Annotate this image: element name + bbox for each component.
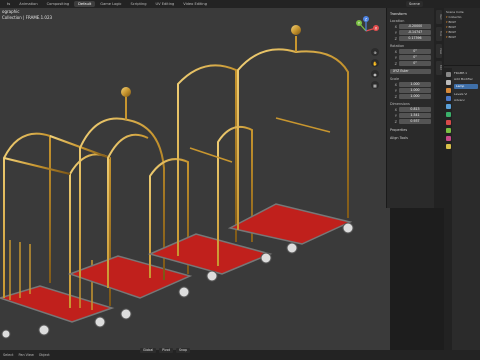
snap-toggle[interactable]: Snap	[176, 347, 191, 353]
luggage-carts-render	[0, 25, 354, 339]
pivot-point-dropdown[interactable]: Pivot	[159, 347, 173, 353]
status-object: Object	[38, 353, 50, 357]
workspace-tab-video-editing[interactable]: Video Editing	[179, 1, 211, 7]
axis-label: Z	[394, 36, 397, 41]
axis-label: Y	[394, 113, 397, 118]
location-z-field[interactable]: 0.17396	[399, 36, 431, 41]
rotation-z-field[interactable]: 0°	[399, 61, 431, 66]
axis-label: X	[394, 82, 397, 87]
location-label: Location	[390, 19, 405, 23]
cart-4	[227, 25, 354, 254]
sidebar-tabs: Item Tool View Edit	[434, 8, 444, 208]
scale-z-field[interactable]: 1.000	[399, 94, 431, 99]
properties-tab-icons	[444, 68, 452, 350]
constraints-icon[interactable]	[445, 120, 451, 125]
properties-subpanel[interactable]: Properties	[390, 128, 431, 132]
particles-icon[interactable]	[445, 104, 451, 109]
viewport-nav-tools: ⊕ ✋ ◉ ▦	[371, 48, 379, 89]
material-icon[interactable]	[445, 136, 451, 141]
navigation-gizmo[interactable]: X Y Z	[351, 16, 381, 46]
align-tools-subpanel[interactable]: Align Tools	[390, 136, 431, 140]
axis-label: Y	[394, 30, 397, 35]
axis-label: Z	[394, 94, 397, 99]
scale-label: Scale	[390, 77, 400, 81]
object-icon[interactable]	[445, 88, 451, 93]
axis-label: Z	[394, 61, 397, 66]
render-icon[interactable]	[445, 80, 451, 85]
sidebar-tab-edit[interactable]: Edit	[436, 61, 442, 75]
rotation-label: Rotation	[390, 44, 405, 48]
location-y-field[interactable]: -0.14747	[399, 30, 431, 35]
modifier-wrench-icon[interactable]	[445, 96, 451, 101]
dimension-x-field[interactable]: 0.813	[399, 107, 431, 112]
sidebar-tab-item[interactable]: Item	[436, 10, 442, 24]
status-select: Select	[3, 353, 14, 357]
axis-label: X	[394, 24, 397, 29]
location-x-field[interactable]: -0.20000	[399, 24, 431, 29]
dimension-z-field[interactable]: 0.937	[399, 119, 431, 124]
transform-orientation-dropdown[interactable]: Global	[140, 347, 157, 353]
add-modifier-dropdown[interactable]: Add Modifier	[454, 76, 478, 82]
axis-label: Y	[394, 88, 397, 93]
workspace-tab[interactable]: ts	[3, 1, 14, 7]
rotation-mode-dropdown[interactable]: XYZ Euler	[390, 69, 431, 74]
axis-label: Z	[394, 119, 397, 124]
rotation-y-field[interactable]: 0°	[399, 55, 431, 60]
axis-label: X	[394, 49, 397, 54]
3d-viewport[interactable]: ographic Collection | FRAME.1.023 X Y Z …	[0, 8, 390, 350]
transform-panel: Transform Location X -0.20000 Y -0.14747 Z…	[386, 8, 434, 208]
texture-icon[interactable]	[445, 144, 451, 149]
workspace-tab-compositing[interactable]: Compositing	[43, 1, 74, 7]
viewport-bottom-header: Global Pivot Snap	[140, 347, 191, 353]
data-icon[interactable]	[445, 128, 451, 133]
workspace-tab-default[interactable]: Default	[74, 1, 96, 7]
scene-selector[interactable]: Scene	[406, 1, 423, 7]
camera-view-icon[interactable]: ◉	[371, 70, 379, 78]
physics-icon[interactable]	[445, 112, 451, 117]
scale-x-field[interactable]: 1.000	[399, 82, 431, 87]
pan-hand-icon[interactable]: ✋	[371, 59, 379, 67]
dimensions-label: Dimensions	[390, 102, 410, 106]
workspace-tab-scripting[interactable]: Scripting	[127, 1, 151, 7]
axis-label: X	[394, 107, 397, 112]
grid-icon[interactable]: ▦	[371, 81, 379, 89]
workspace-tab-uv-editing[interactable]: UV Editing	[152, 1, 179, 7]
modifier-field-primary[interactable]: Lamp	[454, 84, 478, 89]
cart-2	[67, 87, 193, 320]
properties-editor: FRAME.1 Add Modifier Lamp Levels Vi Adva…	[444, 68, 480, 350]
properties-body: FRAME.1 Add Modifier Lamp Levels Vi Adva…	[452, 68, 480, 350]
status-bar: Select Pan View Object	[0, 350, 480, 360]
workspace-tab-animation[interactable]: Animation	[15, 1, 41, 7]
scale-y-field[interactable]: 1.000	[399, 88, 431, 93]
right-editors: Scene Colle ▾ Collectio ▾ BOLT ▾ BOLT ▾ BOLT…	[444, 8, 480, 350]
rotation-x-field[interactable]: 0°	[399, 49, 431, 54]
zoom-icon[interactable]: ⊕	[371, 48, 379, 56]
cart-3	[147, 64, 273, 282]
advanced-subpanel[interactable]: Advanc	[454, 97, 478, 103]
workspace-tab-game-logic[interactable]: Game Logic	[96, 1, 125, 7]
object-icon: ▾	[446, 35, 448, 39]
sidebar-tab-tool[interactable]: Tool	[436, 27, 442, 41]
transform-panel-title: Transform	[390, 12, 407, 16]
dimension-y-field[interactable]: 1.541	[399, 113, 431, 118]
status-pan-view: Pan View	[18, 353, 34, 357]
axis-label: Y	[394, 55, 397, 60]
tool-icon[interactable]	[445, 72, 451, 77]
cart-1	[0, 132, 115, 339]
sidebar-tab-view[interactable]: View	[436, 44, 442, 58]
outliner[interactable]: Scene Colle ▾ Collectio ▾ BOLT ▾ BOLT ▾ BOLT…	[444, 8, 480, 66]
outliner-row[interactable]: ▾ BOLT	[446, 35, 478, 40]
